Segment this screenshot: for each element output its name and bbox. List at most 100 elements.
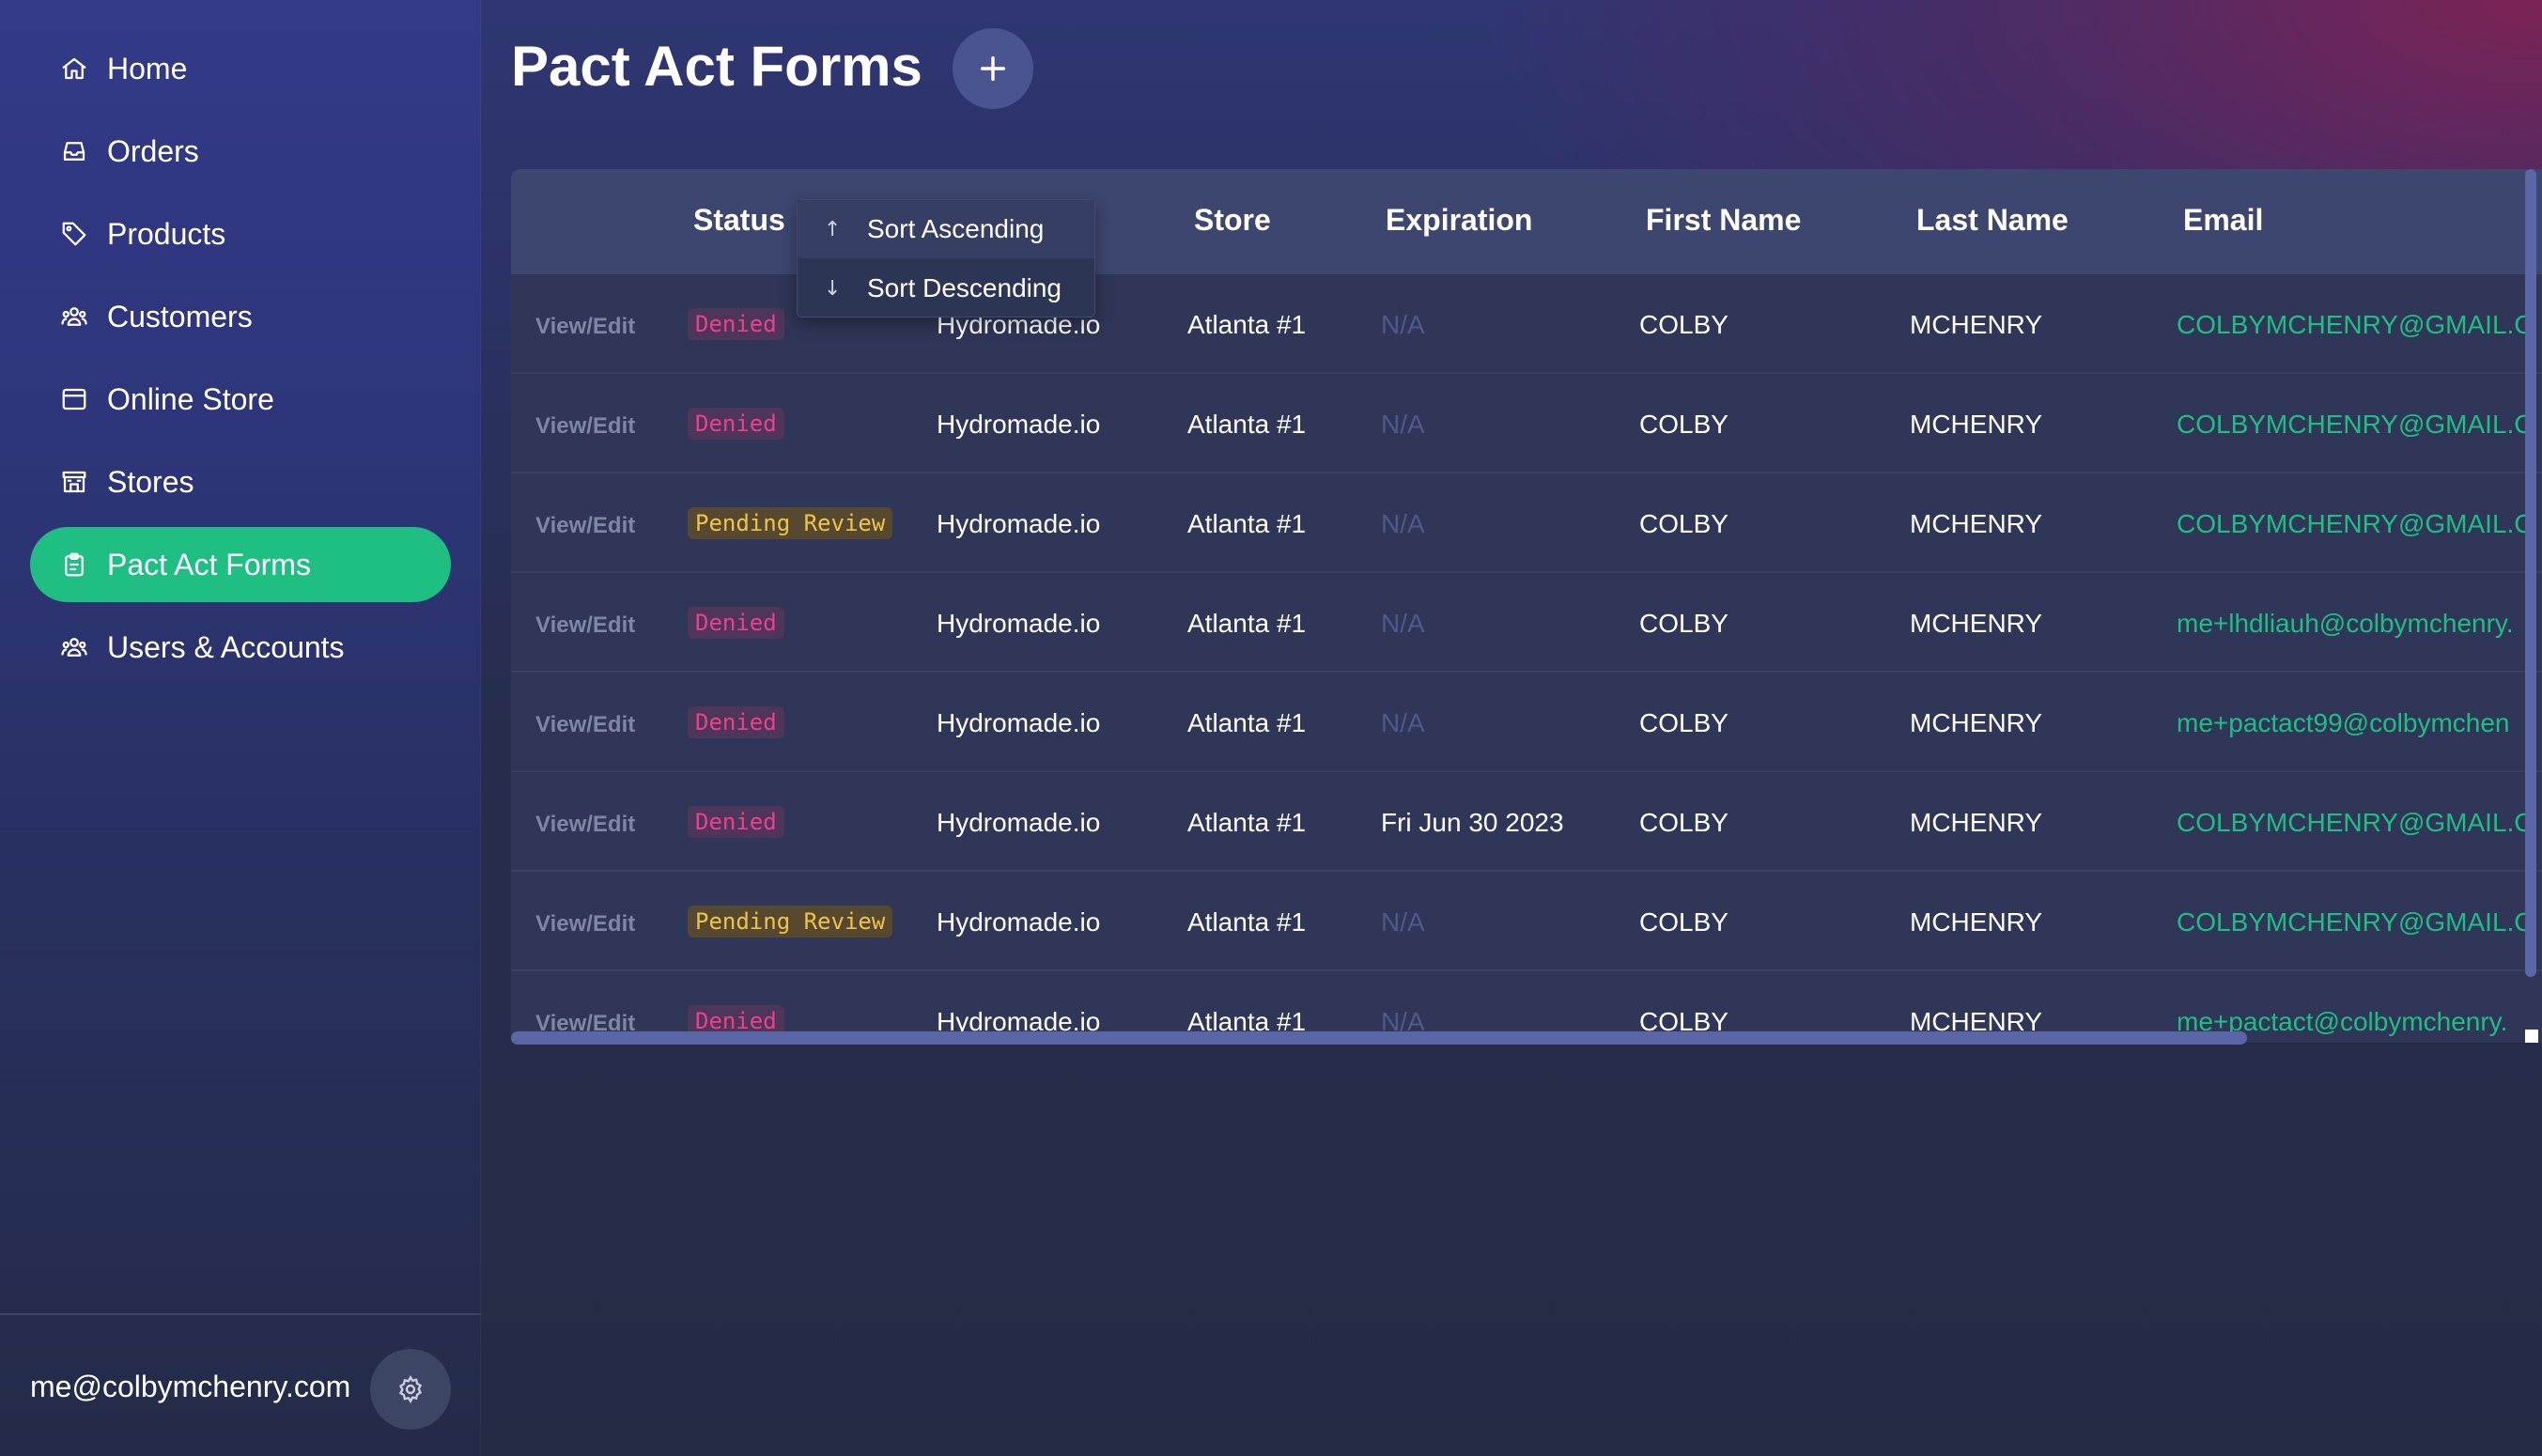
email-cell: me+lhdliauh@colbymchenry. <box>2177 609 2514 638</box>
store-cell: Atlanta #1 <box>1187 310 1307 339</box>
store-cell: Atlanta #1 <box>1187 907 1307 937</box>
add-form-button[interactable] <box>953 28 1033 109</box>
sort-descending-option[interactable]: ↓ Sort Descending <box>798 259 1094 318</box>
status-badge: Denied <box>688 408 784 440</box>
last-name-cell: MCHENRY <box>1910 808 2043 837</box>
expiration-cell: N/A <box>1381 907 1425 937</box>
table-row: View/Edit Pending Review Hydromade.io Atlan… <box>511 473 2542 573</box>
first-name-cell: COLBY <box>1639 907 1728 937</box>
account-email: me@colbymchenry.com <box>30 1370 351 1403</box>
sidebar-item-label: Customers <box>107 299 253 333</box>
expiration-cell: N/A <box>1381 708 1425 737</box>
view-edit-link[interactable]: View/Edit <box>535 314 635 340</box>
sidebar-item-online-store[interactable]: Online Store <box>30 362 451 437</box>
plus-icon <box>977 53 1009 85</box>
store-cell: Atlanta #1 <box>1187 609 1307 638</box>
sidebar-item-orders[interactable]: Orders <box>30 114 451 189</box>
table-row: View/Edit Denied Hydromade.io Atlanta #1 N/A… <box>511 374 2542 473</box>
column-header-first-name[interactable]: First Name <box>1646 203 1801 238</box>
expiration-cell: N/A <box>1381 609 1425 638</box>
sort-descending-label: Sort Descending <box>867 273 1062 302</box>
brand-cell: Hydromade.io <box>937 907 1101 937</box>
last-name-cell: MCHENRY <box>1910 609 2043 638</box>
inbox-icon <box>60 137 88 165</box>
email-cell: COLBYMCHENRY@GMAIL.C <box>2177 410 2534 439</box>
sidebar-item-label: Pact Act Forms <box>107 547 311 581</box>
resize-handle[interactable] <box>2525 1030 2538 1043</box>
sidebar-item-pact-act-forms[interactable]: Pact Act Forms <box>30 527 451 602</box>
sidebar-nav: Home Orders Products Customers Online St… <box>30 31 451 692</box>
first-name-cell: COLBY <box>1639 708 1728 737</box>
horizontal-scrollbar[interactable] <box>511 1031 2247 1045</box>
sidebar: Home Orders Products Customers Online St… <box>0 0 481 1456</box>
status-badge: Denied <box>688 706 784 738</box>
sidebar-item-products[interactable]: Products <box>30 196 451 271</box>
column-header-last-name[interactable]: Last Name <box>1916 203 2069 238</box>
store-cell: Atlanta #1 <box>1187 808 1307 837</box>
sidebar-item-label: Online Store <box>107 381 274 416</box>
brand-cell: Hydromade.io <box>937 609 1101 638</box>
view-edit-link[interactable]: View/Edit <box>535 513 635 539</box>
first-name-cell: COLBY <box>1639 310 1728 339</box>
sort-ascending-label: Sort Ascending <box>867 214 1045 243</box>
view-edit-link[interactable]: View/Edit <box>535 712 635 738</box>
column-header-email[interactable]: Email <box>2183 203 2263 238</box>
email-cell: COLBYMCHENRY@GMAIL.C <box>2177 310 2534 339</box>
brand-cell: Hydromade.io <box>937 410 1101 439</box>
last-name-cell: MCHENRY <box>1910 410 2043 439</box>
brand-cell: Hydromade.io <box>937 708 1101 737</box>
sidebar-item-stores[interactable]: Stores <box>30 444 451 519</box>
sort-ascending-option[interactable]: ↑ Sort Ascending <box>798 200 1094 258</box>
sidebar-item-users-accounts[interactable]: Users & Accounts <box>30 610 451 685</box>
expiration-cell: N/A <box>1381 310 1425 339</box>
email-cell: me+pactact99@colbymchen <box>2177 708 2510 737</box>
first-name-cell: COLBY <box>1639 509 1728 538</box>
table-row: View/Edit Denied Hydromade.io Atlanta #1 N/A… <box>511 573 2542 673</box>
view-edit-link[interactable]: View/Edit <box>535 911 635 937</box>
status-badge: Pending Review <box>688 906 893 937</box>
store-cell: Atlanta #1 <box>1187 410 1307 439</box>
expiration-cell: Fri Jun 30 2023 <box>1381 808 1564 837</box>
home-icon <box>60 54 88 83</box>
sort-menu: ↑ Sort Ascending ↓ Sort Descending <box>797 199 1095 318</box>
sidebar-item-label: Users & Accounts <box>107 629 345 664</box>
window-icon <box>60 385 88 413</box>
arrow-down-icon: ↓ <box>824 276 842 301</box>
sidebar-footer: me@colbymchenry.com <box>0 1313 481 1456</box>
first-name-cell: COLBY <box>1639 410 1728 439</box>
sidebar-item-home[interactable]: Home <box>30 31 451 106</box>
expiration-cell: N/A <box>1381 509 1425 538</box>
status-badge: Denied <box>688 806 784 838</box>
sidebar-item-label: Home <box>107 51 188 85</box>
sidebar-item-label: Orders <box>107 133 199 168</box>
brand-cell: Hydromade.io <box>937 509 1101 538</box>
last-name-cell: MCHENRY <box>1910 310 2043 339</box>
email-cell: COLBYMCHENRY@GMAIL.C <box>2177 808 2534 837</box>
building-icon <box>60 468 88 496</box>
users-icon <box>60 633 88 661</box>
sidebar-item-label: Products <box>107 216 226 251</box>
column-header-status[interactable]: Status <box>693 203 785 238</box>
store-cell: Atlanta #1 <box>1187 509 1307 538</box>
last-name-cell: MCHENRY <box>1910 708 2043 737</box>
tag-icon <box>60 220 88 248</box>
view-edit-link[interactable]: View/Edit <box>535 812 635 838</box>
email-cell: COLBYMCHENRY@GMAIL.C <box>2177 509 2534 538</box>
expiration-cell: N/A <box>1381 410 1425 439</box>
column-header-expiration[interactable]: Expiration <box>1386 203 1532 238</box>
gear-icon <box>395 1374 426 1404</box>
first-name-cell: COLBY <box>1639 808 1728 837</box>
last-name-cell: MCHENRY <box>1910 509 2043 538</box>
view-edit-link[interactable]: View/Edit <box>535 612 635 639</box>
column-header-store[interactable]: Store <box>1194 203 1271 238</box>
store-cell: Atlanta #1 <box>1187 708 1307 737</box>
clipboard-icon <box>60 550 88 579</box>
view-edit-link[interactable]: View/Edit <box>535 413 635 440</box>
table-row: View/Edit Pending Review Hydromade.io Atlan… <box>511 872 2542 971</box>
table-row: View/Edit Denied Hydromade.io Atlanta #1 Fri… <box>511 772 2542 872</box>
status-badge: Pending Review <box>688 507 893 539</box>
arrow-up-icon: ↑ <box>824 217 842 241</box>
vertical-scrollbar[interactable] <box>2525 169 2536 977</box>
settings-button[interactable] <box>370 1349 451 1430</box>
sidebar-item-customers[interactable]: Customers <box>30 279 451 354</box>
